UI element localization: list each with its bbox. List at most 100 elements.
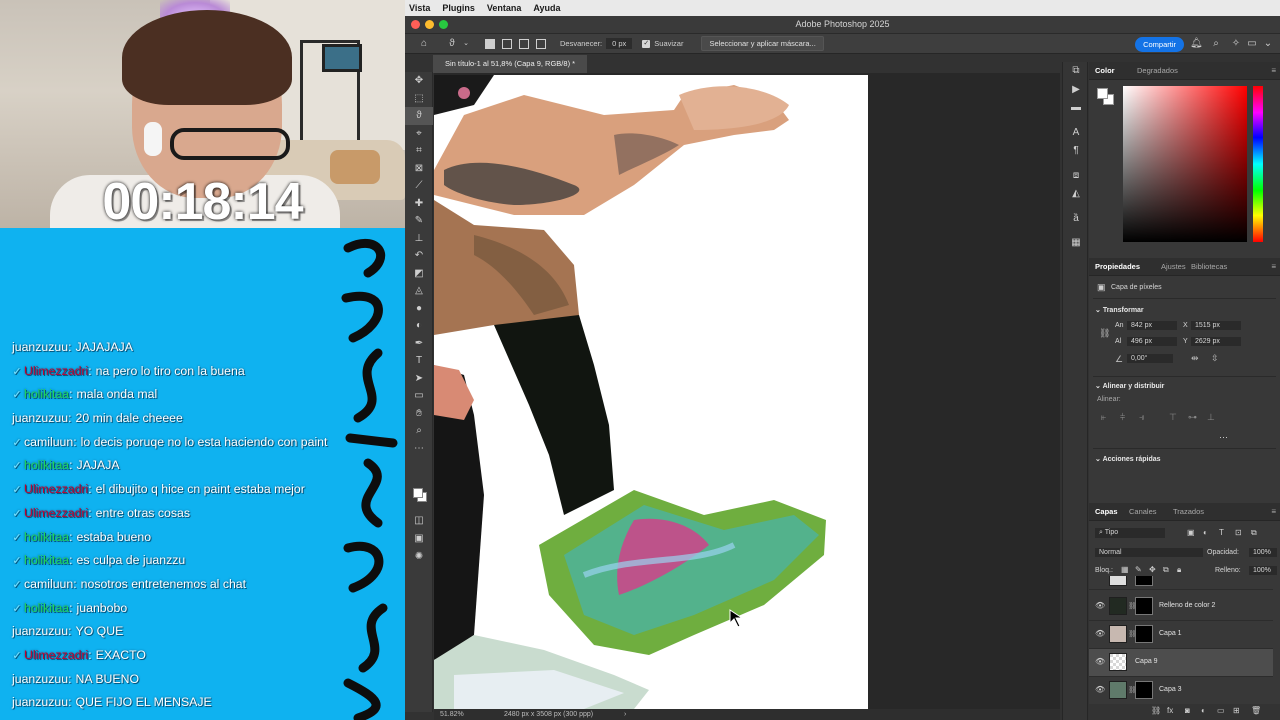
chat-username[interactable]: camiluun	[24, 577, 73, 591]
chat-username[interactable]: camiluun	[24, 435, 73, 449]
flip-vertical-icon[interactable]: ⇳	[1211, 353, 1219, 364]
swatches-icon[interactable]: ▦	[1063, 234, 1089, 253]
blur-tool-icon[interactable]: ●	[405, 300, 433, 318]
color-panel-swatches[interactable]	[1097, 88, 1115, 106]
transform-section[interactable]: ⌄ Transformar	[1095, 306, 1144, 314]
path-selection-tool-icon[interactable]: ➤	[405, 370, 433, 388]
document-tab[interactable]: Sin título-1 al 51,8% (Capa 9, RGB/8) *	[433, 55, 588, 73]
chat-username[interactable]: holikitaa	[24, 530, 69, 544]
home-icon[interactable]: ⌂	[417, 37, 431, 51]
smooth-checkbox[interactable]: ✓	[642, 39, 651, 48]
zoom-tool-icon[interactable]: ⌕	[405, 422, 433, 440]
rectangle-tool-icon[interactable]: ▭	[405, 387, 433, 405]
search-icon[interactable]: ⌕	[1210, 38, 1222, 50]
align-section[interactable]: ⌄ Alinear y distribuir	[1095, 382, 1164, 390]
menu-plugins[interactable]: Plugins	[442, 3, 475, 13]
align-center-icon[interactable]: ⫩	[1120, 412, 1125, 423]
foreground-color-swatch[interactable]	[413, 488, 423, 498]
lasso-tool-icon[interactable]: ϑ	[405, 107, 433, 125]
add-mask-icon[interactable]: ◙	[1185, 706, 1190, 715]
brush-tool-icon[interactable]: ✎	[405, 212, 433, 230]
menu-vista[interactable]: Vista	[409, 3, 430, 13]
layer-comps-icon[interactable]: ⧈	[1063, 167, 1089, 186]
chat-username[interactable]: holikitaa	[24, 387, 69, 401]
tab-adjustments[interactable]: Ajustes	[1161, 258, 1186, 276]
layer-row[interactable]: 👁︎ ⛓︎ Capa 1	[1089, 621, 1273, 649]
adjustments-icon[interactable]: ◭	[1063, 185, 1089, 204]
align-right-icon[interactable]: ⫣	[1139, 412, 1144, 423]
visibility-eye-icon[interactable]: 👁︎	[1095, 685, 1105, 694]
history-icon[interactable]: ⧉	[1063, 62, 1089, 81]
eyedropper-tool-icon[interactable]: ⟋	[405, 177, 433, 195]
align-middle-icon[interactable]: ⊶	[1188, 412, 1197, 423]
filter-shape-icon[interactable]: ⊡	[1235, 528, 1242, 537]
adjustment-layer-icon[interactable]: ◐	[1201, 706, 1206, 715]
trash-icon[interactable]: 🗑︎	[1251, 706, 1261, 715]
move-tool-icon[interactable]: ✥	[405, 72, 433, 90]
clone-stamp-tool-icon[interactable]: ⊥	[405, 230, 433, 248]
tab-gradients[interactable]: Degradados	[1137, 62, 1178, 80]
layer-row[interactable]: 👁︎ ⛓︎ Relleno de color 2	[1089, 593, 1273, 621]
color-picker-field[interactable]	[1123, 86, 1247, 242]
marquee-tool-icon[interactable]: ⬚	[405, 90, 433, 108]
lock-position-icon[interactable]: ✥	[1149, 565, 1156, 574]
align-bottom-icon[interactable]: ⊥	[1207, 412, 1215, 423]
document-canvas[interactable]	[434, 75, 868, 709]
chat-username[interactable]: Ulimezzadri	[24, 506, 88, 520]
dodge-tool-icon[interactable]: ◐	[405, 317, 433, 335]
menu-ventana[interactable]: Ventana	[487, 3, 522, 13]
chevron-down-icon[interactable]: ⌄	[459, 37, 473, 51]
new-layer-icon[interactable]: ⊞	[1233, 706, 1240, 715]
chat-username[interactable]: holikitaa	[24, 458, 69, 472]
panel-menu-icon[interactable]: ≡	[1271, 62, 1276, 80]
align-left-icon[interactable]: ⫦	[1101, 412, 1106, 423]
quick-actions-section[interactable]: ⌄ Acciones rápidas	[1095, 455, 1161, 463]
filter-pixel-icon[interactable]: ▣	[1187, 528, 1195, 537]
object-selection-tool-icon[interactable]: ⌖	[405, 125, 433, 143]
tab-libraries[interactable]: Bibliotecas	[1191, 258, 1227, 276]
bell-icon[interactable]: 🔔︎	[1190, 38, 1203, 50]
width-input[interactable]: 842 px	[1127, 321, 1177, 330]
add-selection-icon[interactable]	[502, 38, 512, 49]
menu-ayuda[interactable]: Ayuda	[533, 3, 560, 13]
more-options-icon[interactable]: ⋯	[1219, 432, 1228, 443]
discover-icon[interactable]: ✧	[1230, 38, 1242, 50]
lock-all-icon[interactable]: 🔒︎	[1177, 565, 1181, 575]
fill-input[interactable]: 100%	[1249, 566, 1277, 575]
opacity-input[interactable]: 100%	[1249, 548, 1277, 557]
flip-horizontal-icon[interactable]: ⇹	[1191, 353, 1199, 364]
chevron-down-icon[interactable]: ⌄	[1262, 38, 1274, 50]
visibility-eye-icon[interactable]: 👁︎	[1095, 601, 1105, 610]
subtract-selection-icon[interactable]	[519, 38, 529, 49]
tab-paths[interactable]: Trazados	[1173, 503, 1204, 521]
visibility-eye-icon[interactable]: 👁︎	[1095, 629, 1105, 638]
chat-username[interactable]: juanzuzuu	[12, 695, 68, 709]
share-button[interactable]: Compartir	[1135, 37, 1184, 52]
document-info[interactable]: 2480 px x 3508 px (300 ppp)	[504, 709, 593, 720]
layer-row-partial[interactable]	[1089, 576, 1273, 590]
angle-input[interactable]: 0,00°	[1127, 354, 1173, 363]
canvas-area[interactable]	[434, 73, 1084, 709]
healing-brush-tool-icon[interactable]: ✚	[405, 195, 433, 213]
y-input[interactable]: 2629 px	[1191, 337, 1241, 346]
blend-mode-select[interactable]: Normal	[1095, 548, 1203, 557]
lasso-tool-preset-icon[interactable]: ϑ	[445, 37, 459, 51]
group-icon[interactable]: ▭	[1217, 706, 1225, 715]
layer-row-selected[interactable]: 👁︎ Capa 9	[1089, 649, 1273, 677]
chat-username[interactable]: Ulimezzadri	[24, 364, 88, 378]
chat-username[interactable]: juanzuzuu	[12, 624, 68, 638]
height-input[interactable]: 496 px	[1127, 337, 1177, 346]
lock-transparency-icon[interactable]: ▦	[1121, 565, 1129, 574]
layer-row[interactable]: 👁︎ ⛓︎ Capa 3	[1089, 677, 1273, 705]
panel-menu-icon[interactable]: ≡	[1271, 258, 1276, 276]
screen-mode-icon[interactable]: ▣	[405, 530, 433, 548]
chat-username[interactable]: juanzuzuu	[12, 340, 68, 354]
tab-channels[interactable]: Canales	[1129, 503, 1157, 521]
tab-color[interactable]: Color	[1095, 62, 1115, 80]
layer-filter-select[interactable]: ⌕ Tipo	[1095, 528, 1165, 538]
paint-bucket-tool-icon[interactable]: ◬	[405, 282, 433, 300]
glyphs-icon[interactable]: ȁ	[1063, 210, 1089, 229]
x-input[interactable]: 1515 px	[1191, 321, 1241, 330]
select-and-mask-button[interactable]: Seleccionar y aplicar máscara...	[701, 36, 824, 51]
comments-icon[interactable]: ▬	[1063, 99, 1089, 118]
